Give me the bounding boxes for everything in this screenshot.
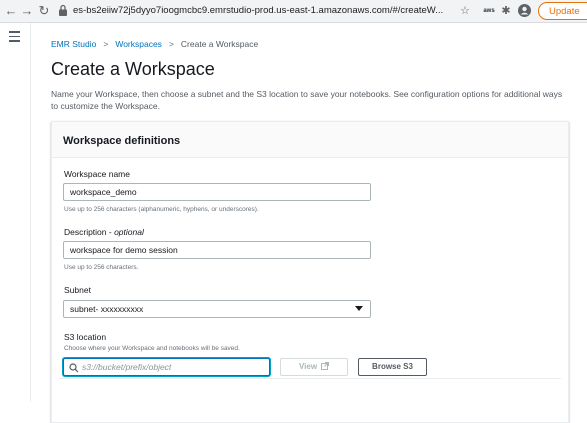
- breadcrumb-separator: >: [103, 39, 109, 49]
- description-label-text: Description -: [64, 227, 115, 237]
- panel-header: Workspace definitions: [52, 122, 568, 158]
- back-icon[interactable]: ←: [4, 3, 18, 19]
- profile-avatar-icon[interactable]: [518, 4, 531, 17]
- s3-location-placeholder: s3://bucket/prefix/object: [82, 362, 172, 372]
- menu-icon[interactable]: [9, 31, 20, 45]
- workspace-name-input[interactable]: workspace_demo: [63, 183, 371, 201]
- reload-icon[interactable]: ↻: [37, 3, 51, 19]
- description-input[interactable]: workspace for demo session: [63, 241, 371, 259]
- subnet-selected-value: subnet- xxxxxxxxxx: [70, 304, 144, 314]
- subnet-label: Subnet: [64, 285, 91, 295]
- s3-location-hint: Choose where your Workspace and notebook…: [64, 345, 240, 352]
- workspace-definitions-panel: Workspace definitions Workspace name wor…: [51, 121, 569, 423]
- subnet-select[interactable]: subnet- xxxxxxxxxx: [63, 300, 371, 318]
- breadcrumb-workspaces[interactable]: Workspaces: [115, 39, 162, 49]
- browser-toolbar: ← → ↻ es-bs2eiiw72j5dyyo7ioogmcbc9.emrst…: [0, 0, 587, 23]
- workspace-name-label: Workspace name: [64, 169, 130, 179]
- description-label: Description - optional: [64, 227, 144, 238]
- s3-location-input[interactable]: s3://bucket/prefix/object: [63, 358, 270, 376]
- external-link-icon: [321, 362, 330, 370]
- aws-extension-icon[interactable]: aws: [481, 3, 497, 19]
- address-bar[interactable]: es-bs2eiiw72j5dyyo7ioogmcbc9.emrstudio-p…: [73, 4, 453, 18]
- update-button[interactable]: Update: [538, 2, 587, 20]
- browse-s3-button[interactable]: Browse S3: [358, 358, 427, 376]
- breadcrumb-separator: >: [168, 39, 174, 49]
- page-title: Create a Workspace: [51, 59, 215, 79]
- lock-icon: [59, 4, 67, 16]
- view-button[interactable]: View: [280, 358, 348, 376]
- breadcrumb-emr-studio[interactable]: EMR Studio: [51, 39, 96, 49]
- s3-location-label: S3 location: [64, 332, 107, 342]
- extensions-puzzle-icon[interactable]: ✱: [500, 3, 512, 19]
- side-navigation: [0, 23, 31, 402]
- bookmark-star-icon[interactable]: ☆: [459, 3, 471, 19]
- page-description: Name your Workspace, then choose a subne…: [51, 89, 563, 111]
- breadcrumb: EMR Studio > Workspaces > Create a Workspace: [51, 39, 258, 50]
- search-icon: [69, 363, 79, 373]
- breadcrumb-current: Create a Workspace: [180, 39, 259, 49]
- workspace-name-hint: Use up to 256 characters (alphanumeric, …: [64, 206, 259, 213]
- optional-tag: optional: [114, 227, 144, 237]
- view-button-label: View: [298, 362, 318, 371]
- description-hint: Use up to 256 characters.: [64, 264, 139, 271]
- forward-icon[interactable]: →: [20, 3, 34, 19]
- next-section: [59, 378, 561, 419]
- caret-down-icon: [355, 306, 363, 311]
- panel-title: Workspace definitions: [63, 135, 181, 147]
